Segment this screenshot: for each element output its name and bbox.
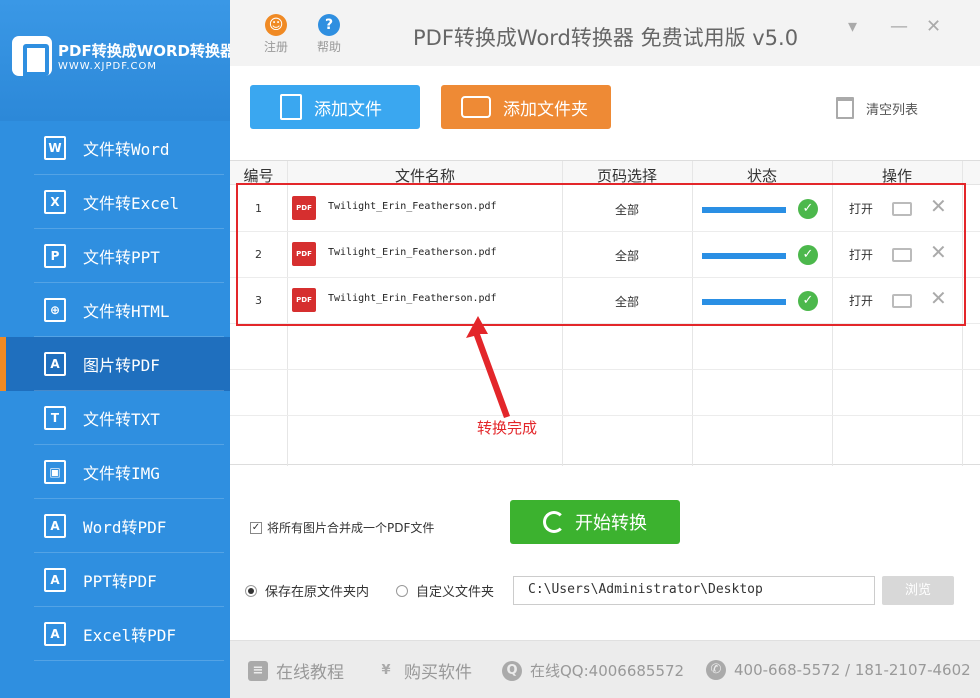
merge-checkbox[interactable]: ✓ 将所有图片合并成一个PDF文件 <box>250 519 434 536</box>
phone-label: 400-668-5572 / 181-2107-4602 <box>734 661 971 679</box>
sidebar-item-label: Word转PDF <box>83 518 167 537</box>
phone-icon: ✆ <box>706 660 726 680</box>
logo-area: PDF转换成WORD转换器 WWW.XJPDF.COM <box>0 0 235 121</box>
file-type-icon: A <box>44 622 66 646</box>
file-type-icon: X <box>44 190 66 214</box>
sidebar: PDF转换成WORD转换器 WWW.XJPDF.COM W 文件转Word X 文件转… <box>0 0 235 698</box>
sidebar-item-label: 文件转Word <box>83 140 170 159</box>
buy-label: 购买软件 <box>404 663 472 683</box>
book-icon: ≡ <box>248 660 268 681</box>
logo-subtitle: WWW.XJPDF.COM <box>58 61 158 72</box>
sidebar-item-label: 图片转PDF <box>83 356 160 375</box>
add-folder-label: 添加文件夹 <box>503 99 588 120</box>
sidebar-item-9[interactable]: A Excel转PDF <box>0 607 230 661</box>
add-file-button[interactable]: 添加文件 <box>250 85 420 129</box>
empty-row <box>230 370 980 416</box>
sidebar-item-label: 文件转IMG <box>83 464 160 483</box>
folder-icon <box>461 96 491 118</box>
help-label: 帮助 <box>316 40 341 54</box>
sidebar-item-label: 文件转TXT <box>83 410 160 429</box>
file-type-icon: A <box>44 352 66 376</box>
table-header: 编号 文件名称 页码选择 状态 操作 <box>230 161 980 185</box>
sidebar-item-7[interactable]: A Word转PDF <box>0 499 230 553</box>
file-type-icon: ⊕ <box>44 298 66 322</box>
sidebar-item-label: 文件转Excel <box>83 194 180 213</box>
sidebar-item-2[interactable]: P 文件转PPT <box>0 229 230 283</box>
yen-icon: ¥ <box>381 662 391 678</box>
sidebar-item-6[interactable]: ▣ 文件转IMG <box>0 445 230 499</box>
sidebar-item-5[interactable]: T 文件转TXT <box>0 391 230 445</box>
tutorial-link[interactable]: ≡ 在线教程 <box>248 658 344 683</box>
empty-row <box>230 324 980 370</box>
sidebar-item-8[interactable]: A PPT转PDF <box>0 553 230 607</box>
save-custom-radio[interactable]: 自定义文件夹 <box>396 581 494 600</box>
browse-button[interactable]: 浏览 <box>882 576 954 605</box>
document-icon <box>280 94 302 120</box>
save-original-radio[interactable]: 保存在原文件夹内 <box>245 581 369 600</box>
qq-label: 在线QQ:4006685572 <box>530 662 685 680</box>
file-type-icon: P <box>44 244 66 268</box>
help-icon: ? <box>318 14 340 36</box>
sidebar-item-label: 文件转PPT <box>83 248 160 267</box>
qq-link[interactable]: Q 在线QQ:4006685572 <box>502 660 684 681</box>
close-window-button[interactable]: ✕ <box>926 16 941 37</box>
add-folder-button[interactable]: 添加文件夹 <box>441 85 611 129</box>
app-logo-icon <box>12 36 52 76</box>
app-title: PDF转换成Word转换器 免费试用版 v5.0 <box>413 26 799 50</box>
output-path-input[interactable]: C:\Users\Administrator\Desktop <box>513 576 875 605</box>
sidebar-item-label: 文件转HTML <box>83 302 170 321</box>
file-type-icon: A <box>44 568 66 592</box>
save-original-label: 保存在原文件夹内 <box>265 585 370 600</box>
tutorial-label: 在线教程 <box>276 663 344 683</box>
phone-info: ✆ 400-668-5572 / 181-2107-4602 <box>706 660 971 680</box>
start-convert-button[interactable]: 开始转换 <box>510 500 680 544</box>
sidebar-item-0[interactable]: W 文件转Word <box>0 121 230 175</box>
minimize-button[interactable]: — <box>890 16 908 37</box>
sidebar-nav: W 文件转Word X 文件转Excel P 文件转PPT ⊕ 文件转HTML A 图片转PDF T… <box>0 121 230 661</box>
register-button[interactable]: ☺ 注册 <box>256 14 296 55</box>
completion-highlight-box <box>236 183 966 326</box>
file-type-icon: W <box>44 136 66 160</box>
checkbox-box[interactable]: ✓ <box>250 521 262 534</box>
register-label: 注册 <box>263 40 288 54</box>
clear-list-label: 清空列表 <box>866 102 919 118</box>
refresh-icon <box>543 511 565 533</box>
clear-list-button[interactable]: 清空列表 <box>836 97 918 119</box>
radio-unselected-icon <box>396 584 408 597</box>
sidebar-item-1[interactable]: X 文件转Excel <box>0 175 230 229</box>
radio-selected-icon <box>245 584 257 597</box>
sidebar-item-3[interactable]: ⊕ 文件转HTML <box>0 283 230 337</box>
trash-icon <box>836 97 854 119</box>
completion-note: 转换完成 <box>477 419 538 437</box>
add-file-label: 添加文件 <box>314 99 382 120</box>
sidebar-item-label: Excel转PDF <box>83 626 177 645</box>
sidebar-item-4[interactable]: A 图片转PDF <box>0 337 230 391</box>
file-type-icon: A <box>44 514 66 538</box>
qq-icon: Q <box>502 660 522 681</box>
start-label: 开始转换 <box>575 513 647 534</box>
buy-link[interactable]: ¥ 购买软件 <box>376 658 472 684</box>
arrow-annotation-icon <box>466 316 510 418</box>
menu-dropdown-icon[interactable]: ▾ <box>848 16 857 37</box>
title-bar: ☺ 注册 ? 帮助 PDF转换成Word转换器 免费试用版 v5.0 ▾ — ✕ <box>230 0 980 66</box>
save-custom-label: 自定义文件夹 <box>416 585 495 600</box>
footer: ≡ 在线教程 ¥ 购买软件 Q 在线QQ:4006685572 ✆ 400-66… <box>230 640 980 698</box>
user-icon: ☺ <box>265 14 287 36</box>
sidebar-item-label: PPT转PDF <box>83 572 157 591</box>
file-type-icon: T <box>44 406 66 430</box>
file-type-icon: ▣ <box>44 460 66 484</box>
merge-label: 将所有图片合并成一个PDF文件 <box>267 521 435 535</box>
help-button[interactable]: ? 帮助 <box>309 14 349 55</box>
logo-title: PDF转换成WORD转换器 <box>58 42 235 60</box>
